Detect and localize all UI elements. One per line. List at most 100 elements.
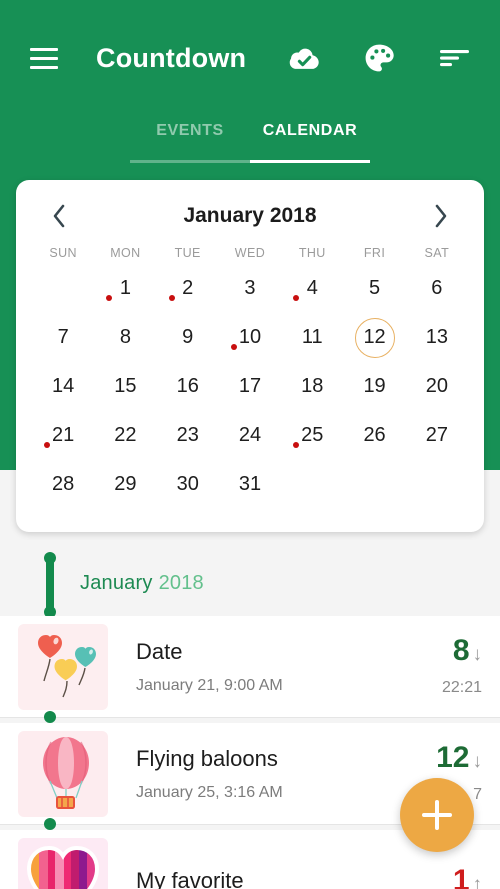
tab-events[interactable]: EVENTS <box>130 118 250 163</box>
calendar-day-number: 19 <box>363 375 386 397</box>
weekday-tue: TUE <box>174 246 201 260</box>
calendar-day-22[interactable]: 22 <box>94 411 156 460</box>
event-text: Flying baloons January 25, 3:16 AM <box>108 746 374 802</box>
heart-balloons-icon <box>18 623 108 710</box>
calendar-day-12[interactable]: 12 <box>343 313 405 362</box>
calendar-month-label: January 2018 <box>183 204 317 227</box>
timeline-node <box>44 711 56 723</box>
calendar-day-8[interactable]: 8 <box>94 313 156 362</box>
weekday-fri: FRI <box>363 246 386 260</box>
calendar-day-number: 12 <box>354 317 395 358</box>
calendar-day-20[interactable]: 20 <box>406 362 468 411</box>
calendar-day-21[interactable]: 21 <box>32 411 94 460</box>
calendar-day-13[interactable]: 13 <box>406 313 468 362</box>
calendar-day-11[interactable]: 11 <box>281 313 343 362</box>
event-title: Flying baloons <box>136 745 278 771</box>
calendar-day-number: 28 <box>52 473 75 495</box>
calendar-day-17[interactable]: 17 <box>219 362 281 411</box>
next-month-chevron-icon[interactable] <box>424 199 458 233</box>
calendar-day-24[interactable]: 24 <box>219 411 281 460</box>
calendar-day-number: 11 <box>301 326 323 348</box>
calendar-day-26[interactable]: 26 <box>343 411 405 460</box>
calendar-day-number: 27 <box>425 424 448 446</box>
calendar-day-number: 30 <box>176 473 199 495</box>
calendar-day-29[interactable]: 29 <box>94 460 156 509</box>
calendar-day-9[interactable]: 9 <box>157 313 219 362</box>
calendar-header: January 2018 <box>32 194 468 238</box>
calendar-day-number: 22 <box>114 424 137 446</box>
event-row[interactable]: Date January 21, 9:00 AM 8 ↓ 22:21 <box>0 616 500 723</box>
event-datetime: January 25, 3:16 AM <box>136 783 283 801</box>
cloud-check-icon[interactable] <box>280 35 326 81</box>
calendar-day-number: 20 <box>425 375 448 397</box>
weekday-sat: SAT <box>424 246 450 260</box>
calendar-day-31[interactable]: 31 <box>219 460 281 509</box>
calendar-day-number: 26 <box>363 424 386 446</box>
calendar-day-23[interactable]: 23 <box>157 411 219 460</box>
calendar-day-18[interactable]: 18 <box>281 362 343 411</box>
calendar-day-number: 15 <box>114 375 137 397</box>
event-dot <box>168 295 175 301</box>
calendar-day-4[interactable]: 4 <box>281 264 343 313</box>
calendar-day-16[interactable]: 16 <box>157 362 219 411</box>
page-title: Countdown <box>96 42 247 73</box>
calendar-day-6[interactable]: 6 <box>406 264 468 313</box>
app-bar: Countdown <box>0 0 500 116</box>
hamburger-menu-icon[interactable] <box>22 36 66 80</box>
calendar-card: January 2018 SUN MON TUE WED THU FRI SAT 12345… <box>16 180 484 532</box>
tab-events-underline <box>130 160 250 163</box>
event-countdown-days: 12 <box>436 741 470 774</box>
calendar-day-number: 31 <box>238 473 262 495</box>
plus-icon-vertical <box>435 800 439 830</box>
event-text: My favorite <box>108 868 374 889</box>
calendar-day-7[interactable]: 7 <box>32 313 94 362</box>
calendar-day-10[interactable]: 10 <box>219 313 281 362</box>
calendar-weekday-header: SUN MON TUE WED THU FRI SAT <box>32 246 468 260</box>
calendar-day-grid: 1 2 3 4 5 6 7 8 9 10 11 12 13 14 15 16 17 18 19 20 21 22 23 24 2… <box>32 264 468 509</box>
calendar-day-25[interactable]: 25 <box>281 411 343 460</box>
calendar-day-number: 9 <box>182 326 194 348</box>
event-countdown-time: 22:21 <box>441 679 482 696</box>
calendar-day-number: 29 <box>114 473 137 495</box>
timeline-month-header: January 2018 <box>80 572 204 595</box>
event-countdown: 8 ↓ 22:21 <box>374 636 482 697</box>
calendar-day-30[interactable]: 30 <box>157 460 219 509</box>
calendar-day-5[interactable]: 5 <box>343 264 405 313</box>
calendar-day-14[interactable]: 14 <box>32 362 94 411</box>
calendar-day-2[interactable]: 2 <box>157 264 219 313</box>
app-root: Countdown EVENTS CALENDAR January 2018 S… <box>0 0 500 889</box>
sort-icon[interactable] <box>432 35 478 81</box>
tab-bar: EVENTS CALENDAR <box>0 118 500 168</box>
calendar-day-28[interactable]: 28 <box>32 460 94 509</box>
add-event-button[interactable] <box>400 778 474 852</box>
calendar-day-number: 14 <box>52 375 75 397</box>
prev-month-chevron-icon[interactable] <box>42 199 76 233</box>
palette-icon[interactable] <box>356 35 402 81</box>
calendar-day-number: 1 <box>119 277 131 299</box>
calendar-day-number: 8 <box>119 326 131 348</box>
calendar-day-number: 16 <box>176 375 199 397</box>
event-dot <box>293 442 300 448</box>
calendar-day-19[interactable]: 19 <box>343 362 405 411</box>
tab-calendar[interactable]: CALENDAR <box>250 118 370 163</box>
timeline-year-label: 2018 <box>158 572 204 594</box>
hot-air-balloon-icon <box>18 730 108 817</box>
calendar-day-number: 7 <box>57 326 69 348</box>
event-countdown: 1 ↑ <box>374 863 482 889</box>
arrow-down-icon: ↓ <box>472 751 483 772</box>
event-datetime: January 21, 9:00 AM <box>136 676 283 694</box>
event-countdown-days: 8 <box>452 634 470 667</box>
tab-calendar-underline <box>250 160 370 163</box>
calendar-day-number: 3 <box>244 277 256 299</box>
tab-calendar-label: CALENDAR <box>262 122 358 139</box>
calendar-day-number: 21 <box>52 424 75 446</box>
calendar-day-number: 10 <box>238 326 262 348</box>
calendar-day-15[interactable]: 15 <box>94 362 156 411</box>
event-countdown-days: 1 <box>452 863 470 889</box>
timeline-node <box>44 818 56 830</box>
calendar-day-3[interactable]: 3 <box>219 264 281 313</box>
calendar-day-blank <box>32 264 94 313</box>
calendar-day-number: 5 <box>369 277 381 299</box>
calendar-day-1[interactable]: 1 <box>94 264 156 313</box>
calendar-day-27[interactable]: 27 <box>406 411 468 460</box>
